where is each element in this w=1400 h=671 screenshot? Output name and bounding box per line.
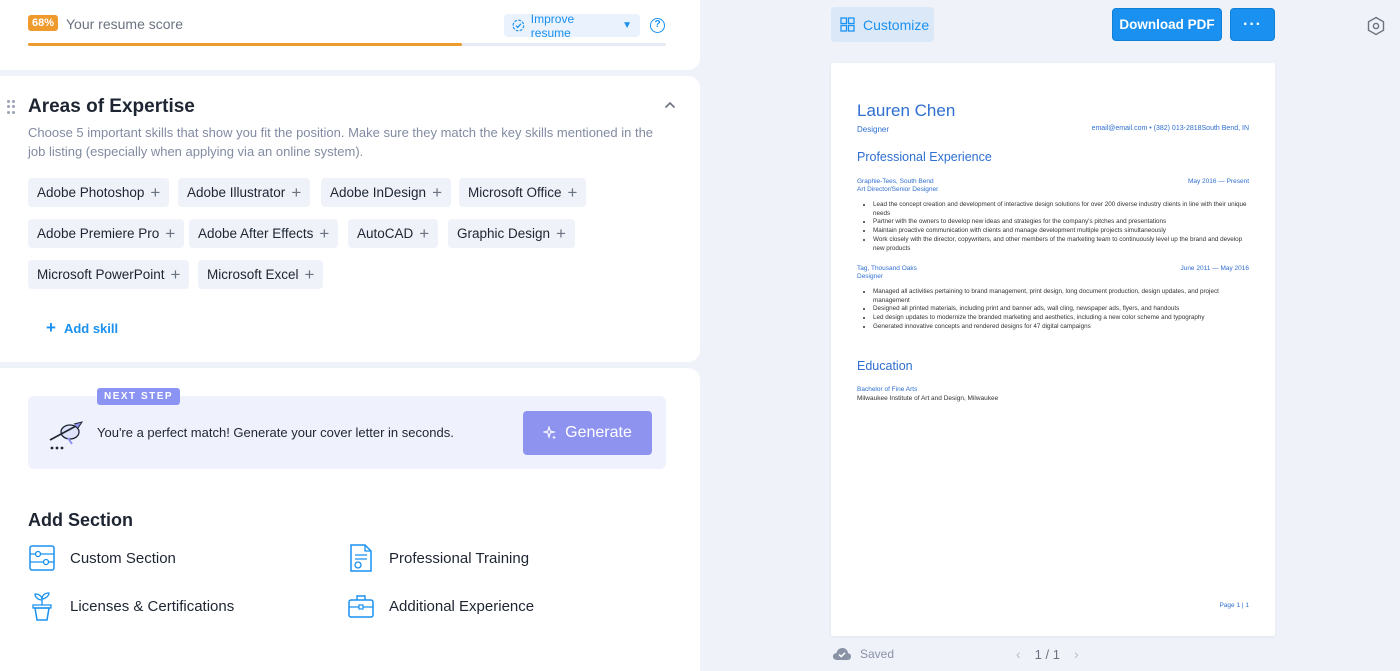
resume-bullets: Managed all activities pertaining to bra… — [873, 288, 1251, 332]
skill-label: AutoCAD — [357, 226, 414, 241]
banner-text: You're a perfect match! Generate your co… — [97, 425, 454, 440]
add-professional-training[interactable]: Professional Training — [347, 543, 529, 573]
skill-chip[interactable]: Microsoft Office + — [459, 178, 587, 207]
next-step-card: NEXT STEP You're a perfect match! Genera… — [0, 368, 700, 671]
resume-company: Tag, Thousand Oaks Designer — [857, 265, 917, 280]
skill-label: Graphic Design — [457, 226, 551, 241]
skill-label: Microsoft Excel — [207, 267, 299, 282]
plus-icon: + — [46, 318, 56, 337]
resume-dates: May 2016 — Present — [1187, 178, 1249, 185]
score-progress-fill — [28, 43, 462, 46]
editor-panel: 68% Your resume score Improve resume ▼ ?… — [0, 0, 700, 671]
add-skill-button[interactable]: + Add skill — [46, 318, 118, 338]
skill-chip[interactable]: Adobe Premiere Pro + — [28, 219, 185, 248]
skill-label: Adobe Photoshop — [37, 185, 145, 200]
section-title: Areas of Expertise — [28, 96, 195, 117]
resume-score-card: 68% Your resume score Improve resume ▼ ? — [0, 0, 700, 70]
save-status: Saved — [832, 647, 894, 661]
plant-pot-icon — [32, 592, 52, 621]
add-additional-experience[interactable]: Additional Experience — [347, 591, 534, 621]
generate-label: Generate — [565, 424, 632, 441]
skill-label: Microsoft Office — [468, 185, 562, 200]
skill-chip[interactable]: Adobe Illustrator + — [178, 178, 311, 207]
resume-bullets: Lead the concept creation and developmen… — [873, 201, 1251, 253]
saved-label: Saved — [860, 647, 895, 661]
plus-icon: + — [319, 224, 330, 243]
skill-label: Adobe InDesign — [330, 185, 427, 200]
customize-label: Customize — [863, 16, 930, 33]
skill-chip[interactable]: Microsoft PowerPoint + — [28, 260, 190, 289]
plus-icon: + — [170, 265, 181, 284]
chevron-left-icon[interactable]: ‹ — [1016, 646, 1021, 662]
score-badge: 68% — [28, 15, 59, 31]
score-label: Your resume score — [66, 16, 183, 32]
rocket-illustration-icon — [49, 421, 84, 450]
plus-icon: + — [304, 265, 315, 284]
resume-company: Graphie-Tees, South Bend Art Director/Se… — [857, 178, 939, 193]
page-indicator: 1 / 1 — [1034, 646, 1060, 662]
resume-contact: email@email.com • (382) 013-2818South Be… — [1091, 125, 1249, 132]
plus-icon: + — [150, 183, 161, 202]
skill-chip[interactable]: Adobe InDesign + — [321, 178, 452, 207]
skill-label: Adobe Illustrator — [187, 185, 286, 200]
download-pdf-button[interactable]: Download PDF — [1112, 8, 1222, 41]
next-step-tag: NEXT STEP — [97, 388, 181, 405]
section-description: Choose 5 important skills that show you … — [28, 125, 654, 159]
add-item-label: Custom Section — [70, 549, 176, 567]
more-options-button[interactable]: ··· — [1230, 8, 1275, 41]
chevron-right-icon[interactable]: › — [1074, 646, 1079, 662]
drag-handle-icon[interactable] — [7, 100, 15, 114]
customize-button[interactable]: Customize — [831, 7, 934, 42]
add-skill-label: Add skill — [63, 320, 119, 336]
briefcase-icon — [348, 595, 374, 618]
plus-icon: + — [556, 224, 566, 243]
skill-chip[interactable]: Graphic Design + — [448, 219, 575, 248]
skill-label: Adobe Premiere Pro — [37, 226, 160, 241]
skill-chip[interactable]: Microsoft Excel + — [198, 260, 324, 289]
chevron-down-icon: ▼ — [622, 20, 632, 31]
add-item-label: Licenses & Certifications — [70, 597, 235, 615]
resume-name: Lauren Chen — [857, 101, 956, 120]
hexagon-settings-icon[interactable] — [1366, 16, 1386, 36]
add-licenses-certifications[interactable]: Licenses & Certifications — [28, 591, 234, 621]
add-section-title: Add Section — [28, 510, 134, 530]
plus-icon: + — [567, 183, 578, 202]
resume-heading-experience: Professional Experience — [857, 150, 992, 164]
skill-chip[interactable]: Adobe After Effects + — [189, 219, 339, 248]
chevron-up-icon[interactable] — [663, 98, 677, 112]
plus-icon: + — [419, 224, 430, 243]
skill-label: Adobe After Effects — [198, 226, 314, 241]
help-icon[interactable]: ? — [650, 18, 665, 33]
sliders-icon — [29, 545, 55, 571]
check-circle-icon — [512, 19, 525, 32]
plus-icon: + — [432, 183, 443, 202]
resume-page-number: Page 1 | 1 — [1219, 602, 1249, 609]
grid-icon — [840, 17, 855, 32]
areas-of-expertise-section: Areas of Expertise Choose 5 important sk… — [0, 76, 700, 362]
score-progress-bar — [28, 43, 666, 46]
skill-chip[interactable]: AutoCAD + — [348, 219, 439, 248]
improve-resume-label: Improve resume — [530, 11, 575, 40]
skill-chip[interactable]: Adobe Photoshop + — [28, 178, 170, 207]
improve-resume-button[interactable]: Improve resume ▼ — [504, 11, 640, 40]
resume-heading-education: Education — [857, 359, 913, 373]
plus-icon: + — [165, 224, 176, 243]
generate-button[interactable]: Generate — [523, 411, 652, 455]
add-item-label: Professional Training — [389, 549, 530, 567]
sparkle-icon — [543, 426, 557, 440]
plus-icon: + — [291, 183, 302, 202]
add-item-label: Additional Experience — [389, 597, 535, 615]
resume-preview[interactable]: Lauren Chen Designer email@email.com • (… — [831, 63, 1275, 636]
certificate-document-icon — [350, 544, 372, 572]
cover-letter-banner: NEXT STEP You're a perfect match! Genera… — [28, 388, 666, 469]
skill-label: Microsoft PowerPoint — [37, 267, 165, 282]
resume-education: Bachelor of Fine Arts Milwaukee Institut… — [857, 386, 999, 402]
resume-job-title: Designer — [857, 125, 890, 134]
resume-dates: June 2011 — May 2016 — [1180, 265, 1249, 272]
page-pager: ‹ 1 / 1 › — [1016, 646, 1079, 662]
cloud-check-icon — [833, 648, 851, 660]
add-custom-section[interactable]: Custom Section — [28, 543, 176, 573]
